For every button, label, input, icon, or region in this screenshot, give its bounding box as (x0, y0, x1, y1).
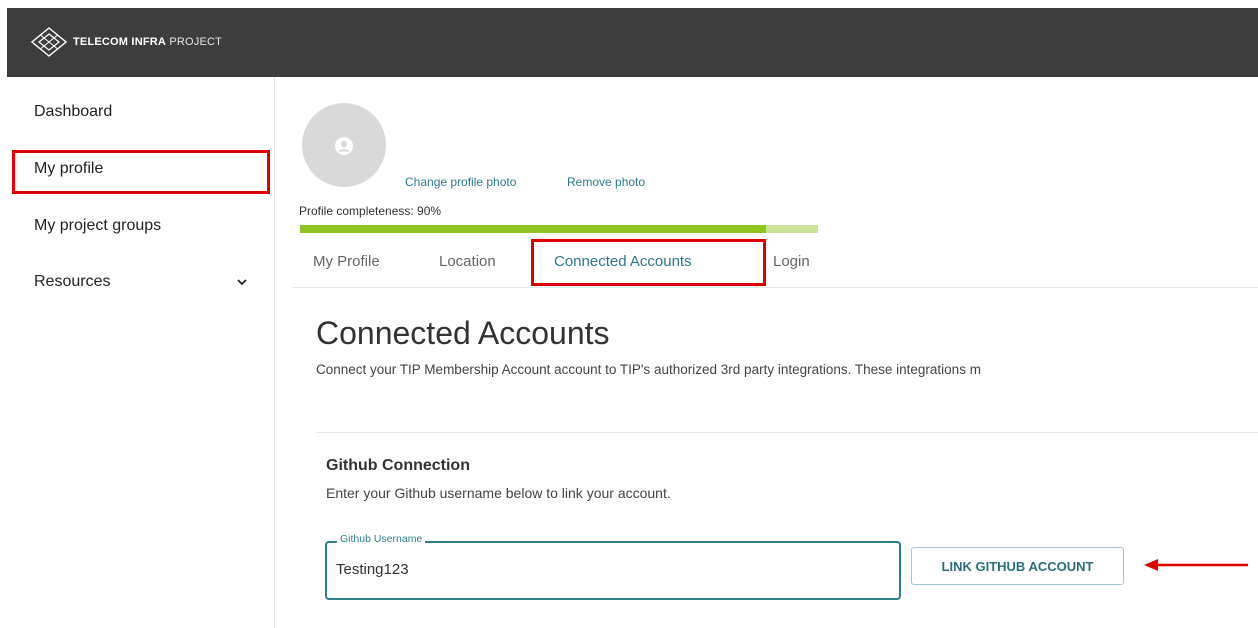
brand-light: PROJECT (169, 36, 223, 48)
tab-login[interactable]: Login (773, 253, 810, 270)
user-circle-icon (335, 137, 353, 155)
sidebar-item-my-project-groups[interactable]: My project groups (34, 217, 161, 235)
tab-location[interactable]: Location (439, 253, 496, 270)
tab-my-profile[interactable]: My Profile (313, 253, 380, 270)
github-username-input[interactable] (336, 561, 876, 578)
profile-completeness-fill (300, 225, 767, 233)
brand-logo[interactable]: TELECOM INFRA PROJECT (31, 26, 222, 58)
sidebar-divider (274, 77, 275, 628)
github-connection-heading: Github Connection (326, 457, 470, 474)
page-description: Connect your TIP Membership Account acco… (316, 362, 981, 377)
github-username-label: Github Username (337, 533, 426, 545)
diamond-logo-icon (31, 27, 67, 57)
section-divider (316, 432, 1258, 433)
highlight-box-my-profile (12, 150, 270, 194)
chevron-down-icon[interactable] (236, 276, 248, 288)
page-title: Connected Accounts (316, 315, 610, 351)
tabs-divider (292, 287, 1258, 288)
profile-completeness-bar (300, 225, 818, 233)
brand-text: TELECOM INFRA PROJECT (73, 36, 222, 48)
sidebar-item-resources[interactable]: Resources (34, 273, 110, 291)
top-bar: TELECOM INFRA PROJECT (7, 8, 1258, 77)
red-arrow-annotation (1144, 559, 1248, 571)
highlight-box-connected-accounts (531, 239, 766, 286)
github-connection-subtext: Enter your Github username below to link… (326, 485, 671, 501)
link-github-account-button[interactable]: LINK GITHUB ACCOUNT (911, 547, 1124, 585)
avatar (302, 103, 386, 187)
change-profile-photo-link[interactable]: Change profile photo (405, 175, 516, 189)
profile-completeness-label: Profile completeness: 90% (299, 204, 442, 218)
remove-photo-link[interactable]: Remove photo (567, 175, 645, 189)
sidebar-item-dashboard[interactable]: Dashboard (34, 103, 112, 121)
brand-bold: TELECOM INFRA (73, 36, 167, 48)
